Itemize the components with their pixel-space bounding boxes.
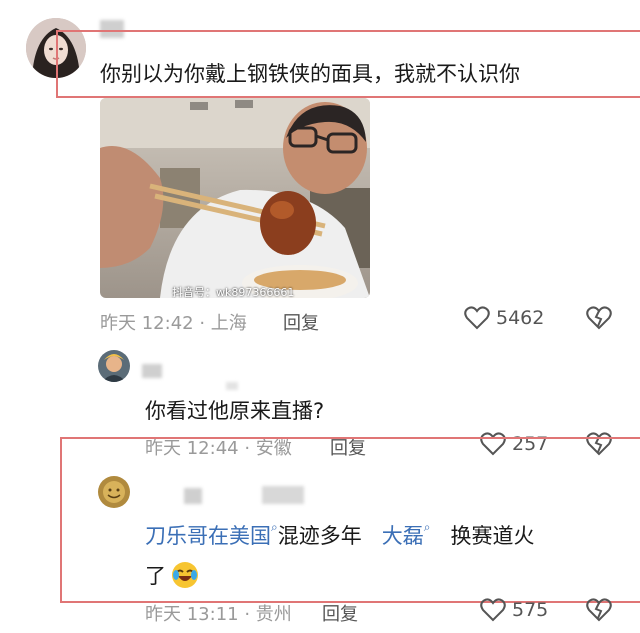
username-blurred[interactable] [142, 364, 162, 378]
comment-time-3: 昨天 13:11 · 贵州 [145, 604, 292, 625]
username-blurred[interactable] [184, 488, 202, 504]
comment-text-1: 你别以为你戴上钢铁侠的面具，我就不认识你 [100, 62, 520, 86]
search-icon: ⌕ [271, 520, 278, 534]
like-button-3[interactable]: 575 [480, 598, 548, 622]
video-thumbnail[interactable]: 抖音号：wk897366661 [100, 98, 370, 298]
search-icon: ⌕ [423, 520, 431, 534]
video-watermark: 抖音号：wk897366661 [172, 286, 295, 298]
like-button-2[interactable]: 257 [480, 432, 548, 456]
hashtag-link-1[interactable]: 刀乐哥在美国 [145, 524, 271, 548]
username-blurred[interactable] [100, 20, 124, 38]
avatar-commenter-2[interactable] [98, 350, 130, 382]
broken-heart-icon [586, 306, 612, 330]
comment-text-segment: 换赛道火 [450, 524, 535, 548]
dislike-button-3[interactable] [586, 598, 612, 626]
comment-time-1: 昨天 12:42 · 上海 [100, 313, 247, 334]
username-blurred [226, 382, 238, 390]
comment-text-segment: 了 [145, 564, 166, 588]
comment-text-3: 刀乐哥在美国⌕混迹多年 大磊⌕ 换赛道火 [145, 520, 535, 550]
broken-heart-icon [586, 432, 612, 456]
avatar-commenter-1[interactable] [26, 18, 86, 78]
comment-text-segment: 混迹多年 [277, 524, 362, 548]
avatar-commenter-3[interactable] [98, 476, 130, 508]
reply-button-2[interactable]: 回复 [330, 434, 366, 460]
comment-text-3-line2: 了 [145, 560, 200, 590]
like-count-3: 575 [512, 599, 549, 621]
reply-button-1[interactable]: 回复 [283, 309, 319, 335]
laughing-emoji [172, 562, 198, 588]
heart-icon [464, 306, 490, 330]
comment-text-2: 你看过他原来直播? [145, 399, 325, 423]
dislike-button-2[interactable] [586, 432, 612, 460]
dislike-button-1[interactable] [586, 306, 612, 334]
like-button-1[interactable]: 5462 [464, 306, 544, 330]
hashtag-link-2[interactable]: 大磊 [382, 524, 424, 548]
heart-icon [480, 432, 506, 456]
like-count-1: 5462 [496, 307, 545, 329]
username-blurred[interactable] [262, 486, 304, 504]
like-count-2: 257 [512, 433, 549, 455]
comment-time-2: 昨天 12:44 · 安徽 [145, 438, 292, 459]
reply-button-3[interactable]: 回复 [322, 600, 358, 626]
heart-icon [480, 598, 506, 622]
broken-heart-icon [586, 598, 612, 622]
